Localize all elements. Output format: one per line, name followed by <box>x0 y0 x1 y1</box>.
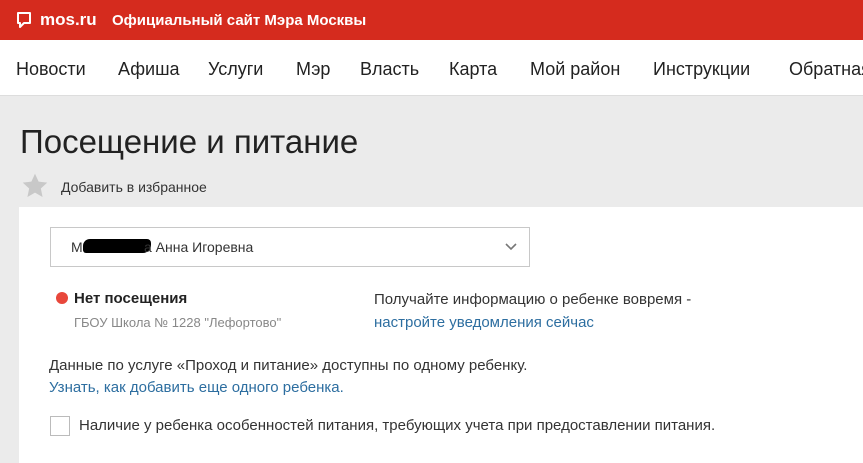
child-name-first-letter: М <box>71 239 83 255</box>
nav-item-services[interactable]: Услуги <box>208 58 263 80</box>
child-select[interactable]: М а Анна Игоревна <box>50 227 530 267</box>
nav-item-news[interactable]: Новости <box>16 58 86 80</box>
status-title: Нет посещения <box>74 290 188 307</box>
nav-item-government[interactable]: Власть <box>360 58 419 80</box>
nav-item-feedback[interactable]: Обратная связь <box>789 58 863 80</box>
top-bar: mos.ru Официальный сайт Мэра Москвы <box>0 0 863 40</box>
logo-text[interactable]: mos.ru <box>40 9 97 31</box>
chevron-down-icon <box>505 243 517 251</box>
main-nav: Новости Афиша Услуги Мэр Власть Карта Мо… <box>0 40 863 96</box>
nav-item-instructions[interactable]: Инструкции <box>653 58 750 80</box>
mos-logo-icon[interactable] <box>16 11 32 29</box>
page-title: Посещение и питание <box>20 123 359 160</box>
school-name: ГБОУ Школа № 1228 "Лефортово" <box>74 315 282 330</box>
diet-checkbox-label[interactable]: Наличие у ребенка особенностей питания, … <box>79 417 715 435</box>
nav-item-mayor[interactable]: Мэр <box>296 58 330 80</box>
add-to-favorites-link[interactable]: Добавить в избранное <box>61 179 207 196</box>
site-title[interactable]: Официальный сайт Мэра Москвы <box>112 11 366 31</box>
add-child-link[interactable]: Узнать, как добавить еще одного ребенка. <box>49 379 344 397</box>
star-icon[interactable] <box>21 172 49 200</box>
info-text: Данные по услуге «Проход и питание» дост… <box>49 357 528 374</box>
child-name-rest: а Анна Игоревна <box>144 239 254 255</box>
redaction-mark <box>83 239 151 253</box>
status-dot <box>56 292 68 304</box>
service-card: М а Анна Игоревна Нет посещения ГБОУ Шко… <box>19 207 863 463</box>
nav-item-my-district[interactable]: Мой район <box>530 58 620 80</box>
notify-text: Получайте информацию о ребенке вовремя - <box>374 291 692 308</box>
nav-item-map[interactable]: Карта <box>449 58 497 80</box>
setup-notifications-link[interactable]: настройте уведомления сейчас <box>374 314 594 332</box>
nav-item-afisha[interactable]: Афиша <box>118 58 180 80</box>
diet-checkbox[interactable] <box>50 416 70 436</box>
